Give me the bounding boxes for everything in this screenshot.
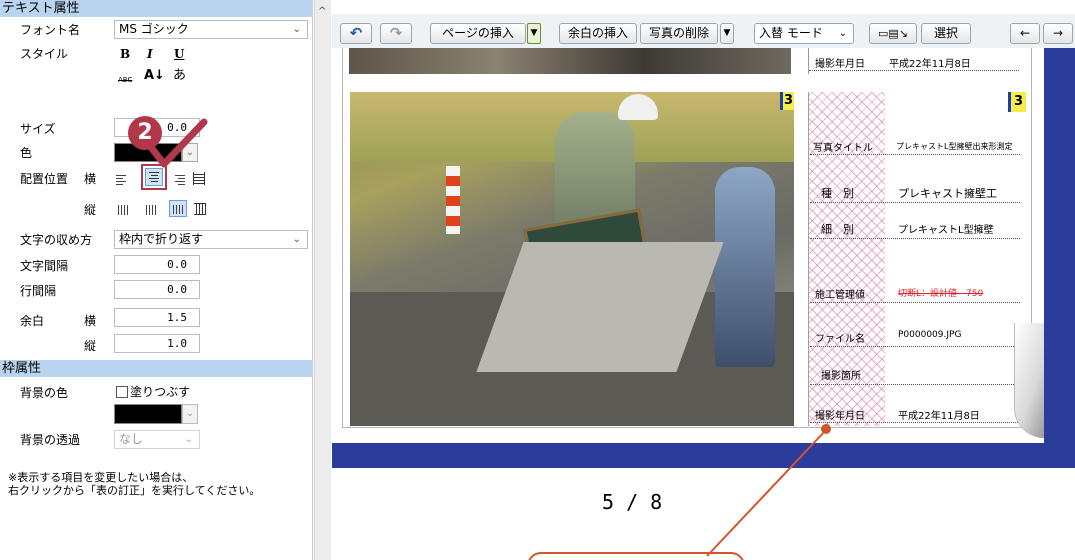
color-label: 色: [20, 146, 33, 160]
style-label: スタイル: [20, 47, 69, 61]
wrap-value: 枠内で折り返す: [119, 232, 204, 246]
chevron-down-icon: ⌄: [292, 234, 301, 245]
valign-middle-icon[interactable]: [144, 203, 158, 216]
checkmark-icon: [146, 118, 208, 168]
chevron-down-icon: ⌄: [184, 434, 193, 445]
valign-top-icon[interactable]: [116, 203, 130, 216]
margin-vertical-input[interactable]: 1.0: [114, 334, 200, 353]
vertical-text-button[interactable]: A↓: [144, 68, 165, 84]
bg-transparency-label: 背景の透過: [20, 433, 81, 447]
margin-label: 余白: [20, 314, 45, 328]
line-spacing-input[interactable]: 0.0: [114, 280, 200, 299]
margin-horizontal-value: 1.5: [167, 311, 187, 324]
annotation-pointer: [706, 424, 831, 557]
margin-vertical-label: 縦: [84, 339, 97, 353]
horizontal-label: 横: [84, 172, 97, 186]
fill-checkbox[interactable]: [116, 386, 128, 398]
align-left-icon[interactable]: [116, 173, 130, 186]
margin-horizontal-input[interactable]: 1.5: [114, 308, 200, 327]
valign-justify-icon[interactable]: [194, 203, 206, 215]
align-label: 配置位置: [20, 172, 69, 186]
bold-button[interactable]: B: [120, 46, 130, 62]
chevron-down-icon: ⌄: [292, 24, 301, 35]
vertical-label: 縦: [84, 203, 97, 217]
properties-panel: テキスト属性 フォント名 MS ゴシック ⌄ スタイル B I U ABC A↓…: [0, 0, 313, 560]
strikethrough-button[interactable]: ABC: [118, 72, 132, 88]
note-line-2: 右クリックから「表の訂正」を実行してください。: [8, 484, 261, 497]
align-justify-icon[interactable]: [193, 172, 205, 185]
font-select[interactable]: MS ゴシック ⌄: [114, 20, 308, 39]
char-spacing-label: 文字間隔: [20, 259, 69, 273]
bg-color-swatch[interactable]: [114, 404, 182, 424]
margin-horizontal-label: 横: [84, 314, 97, 328]
char-spacing-value: 0.0: [167, 258, 187, 271]
valign-bottom-icon[interactable]: [169, 200, 187, 217]
margin-vertical-value: 1.0: [167, 337, 187, 350]
line-spacing-label: 行間隔: [20, 284, 57, 298]
italic-button[interactable]: I: [147, 46, 153, 62]
panel-scrollbar[interactable]: ^: [314, 0, 331, 560]
text-properties-header[interactable]: テキスト属性: [0, 0, 313, 17]
transparency-value: なし: [119, 432, 144, 446]
note-line-1: ※表示する項目を変更したい場合は、: [8, 471, 194, 484]
chevron-down-icon[interactable]: ⌄: [182, 404, 198, 424]
align-right-icon[interactable]: [172, 173, 186, 186]
ruby-button[interactable]: あ: [173, 68, 186, 84]
document-area: ↶ ↷ ページの挿入 ▼ 余白の挿入 写真の削除 ▼ 入替 モード ⌄ ▭▤↘ …: [332, 0, 1075, 560]
font-value: MS ゴシック: [119, 22, 189, 36]
transparency-select[interactable]: なし ⌄: [114, 430, 200, 449]
line-spacing-value: 0.0: [167, 283, 187, 296]
underline-button[interactable]: U: [174, 46, 184, 62]
wrap-label: 文字の収め方: [20, 233, 93, 247]
scroll-up-icon[interactable]: ^: [318, 6, 326, 17]
frame-properties-header[interactable]: 枠属性: [0, 360, 313, 377]
fill-label: 塗りつぶす: [130, 385, 191, 399]
font-label: フォント名: [20, 23, 81, 37]
char-spacing-input[interactable]: 0.0: [114, 255, 200, 274]
size-label: サイズ: [20, 122, 56, 136]
bg-color-label: 背景の色: [20, 386, 69, 400]
wrap-select[interactable]: 枠内で折り返す ⌄: [114, 230, 308, 249]
